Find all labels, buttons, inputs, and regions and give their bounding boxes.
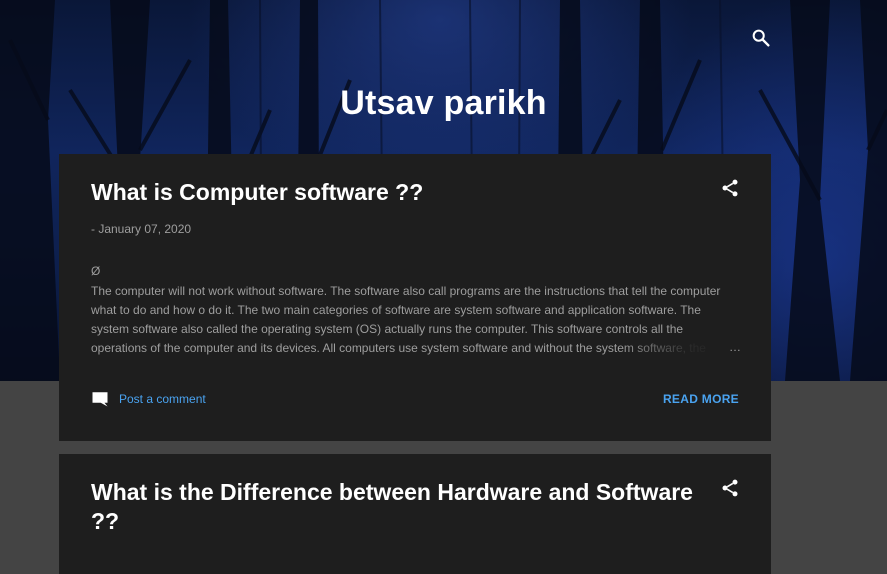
comment-label[interactable]: Post a comment: [119, 392, 206, 406]
share-icon[interactable]: [720, 178, 740, 198]
post-card: What is Computer software ?? - January 0…: [59, 154, 771, 441]
post-card: What is the Difference between Hardware …: [59, 454, 771, 574]
snippet-symbol: Ø: [91, 264, 101, 278]
read-more-link[interactable]: READ MORE: [663, 392, 739, 406]
search-icon[interactable]: [750, 27, 772, 49]
share-icon[interactable]: [720, 478, 740, 498]
post-title[interactable]: What is Computer software ??: [91, 178, 701, 207]
snippet-fade: [619, 339, 739, 358]
post-title[interactable]: What is the Difference between Hardware …: [91, 478, 701, 536]
post-date[interactable]: - January 07, 2020: [91, 222, 191, 236]
site-title[interactable]: Utsav parikh: [0, 84, 887, 123]
comment-icon: [91, 390, 109, 408]
snippet-ellipsis: …: [729, 340, 741, 354]
post-comment-link[interactable]: Post a comment: [91, 390, 206, 408]
